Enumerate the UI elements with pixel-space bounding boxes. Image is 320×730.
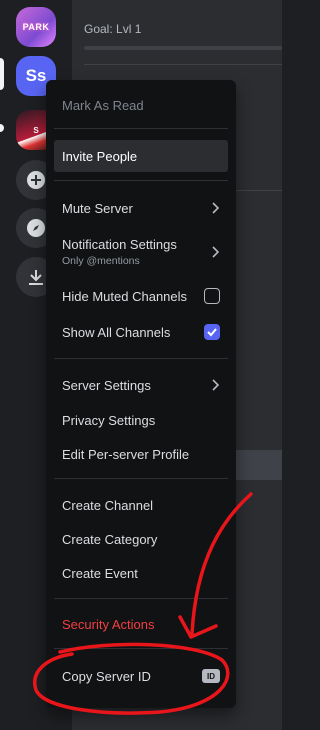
menu-separator xyxy=(54,128,228,129)
menu-separator xyxy=(54,358,228,359)
menu-item-create-channel[interactable]: Create Channel xyxy=(54,489,228,521)
hide-muted-checkbox[interactable] xyxy=(204,288,220,304)
menu-item-label: Create Channel xyxy=(62,497,154,513)
chevron-right-icon xyxy=(210,379,220,391)
server-ss-label: Ss xyxy=(25,66,47,85)
checkmark-icon xyxy=(207,328,217,337)
plus-icon xyxy=(27,171,45,189)
menu-item-label: Mute Server xyxy=(62,200,133,216)
menu-item-invite-people[interactable]: Invite People xyxy=(54,140,228,172)
menu-item-label: Server Settings xyxy=(62,377,151,393)
menu-item-create-category[interactable]: Create Category xyxy=(54,523,228,555)
menu-item-label: Privacy Settings xyxy=(62,412,156,428)
compass-icon xyxy=(27,219,45,237)
menu-item-hide-muted-channels[interactable]: Hide Muted Channels xyxy=(54,280,228,312)
notification-setting-value: Only @mentions xyxy=(62,255,140,267)
menu-item-label: Create Event xyxy=(62,565,138,581)
menu-item-show-all-channels[interactable]: Show All Channels xyxy=(54,316,228,348)
menu-separator xyxy=(54,180,228,181)
menu-item-label: Show All Channels xyxy=(62,324,171,340)
unread-server-indicator xyxy=(0,124,4,132)
goal-label: Goal: Lvl 1 xyxy=(84,22,142,36)
menu-item-security-actions[interactable]: Security Actions xyxy=(54,608,228,640)
menu-item-label: Copy Server ID xyxy=(62,668,151,684)
selected-server-indicator xyxy=(0,58,4,90)
menu-item-copy-server-id[interactable]: Copy Server ID ID xyxy=(54,660,228,692)
server-icon-park[interactable]: PARK xyxy=(16,7,56,47)
menu-item-label: Security Actions xyxy=(62,616,155,632)
chevron-right-icon xyxy=(210,246,220,258)
download-icon xyxy=(29,270,43,285)
menu-item-notification-settings[interactable]: Notification Settings Only @mentions xyxy=(54,230,228,274)
menu-item-label: Invite People xyxy=(62,148,138,164)
id-icon: ID xyxy=(202,669,220,683)
server-image-label: S xyxy=(33,125,39,135)
menu-item-mute-server[interactable]: Mute Server xyxy=(54,192,228,224)
menu-item-label: Notification Settings xyxy=(62,237,177,252)
menu-item-server-settings[interactable]: Server Settings xyxy=(54,369,228,401)
chevron-right-icon xyxy=(210,202,220,214)
goal-progress-bar xyxy=(84,46,282,50)
menu-item-create-event[interactable]: Create Event xyxy=(54,557,228,589)
menu-item-mark-as-read[interactable]: Mark As Read xyxy=(54,89,228,121)
menu-item-edit-server-profile[interactable]: Edit Per-server Profile xyxy=(54,438,228,470)
menu-item-privacy-settings[interactable]: Privacy Settings xyxy=(54,404,228,436)
server-goal: Goal: Lvl 1 xyxy=(84,16,282,64)
menu-item-label: Hide Muted Channels xyxy=(62,288,188,304)
menu-separator xyxy=(54,478,228,479)
server-context-menu: Mark As Read Invite People Mute Server N… xyxy=(46,80,236,708)
menu-item-label: Edit Per-server Profile xyxy=(62,446,190,462)
menu-separator xyxy=(54,648,228,649)
menu-item-label: Mark As Read xyxy=(62,97,144,113)
show-all-checkbox[interactable] xyxy=(204,324,220,340)
server-park-label: PARK xyxy=(22,22,50,32)
highlighted-channel-row[interactable] xyxy=(236,450,282,480)
divider xyxy=(84,64,282,65)
menu-separator xyxy=(54,598,228,599)
menu-item-label: Create Category xyxy=(62,531,158,547)
divider xyxy=(236,190,282,191)
